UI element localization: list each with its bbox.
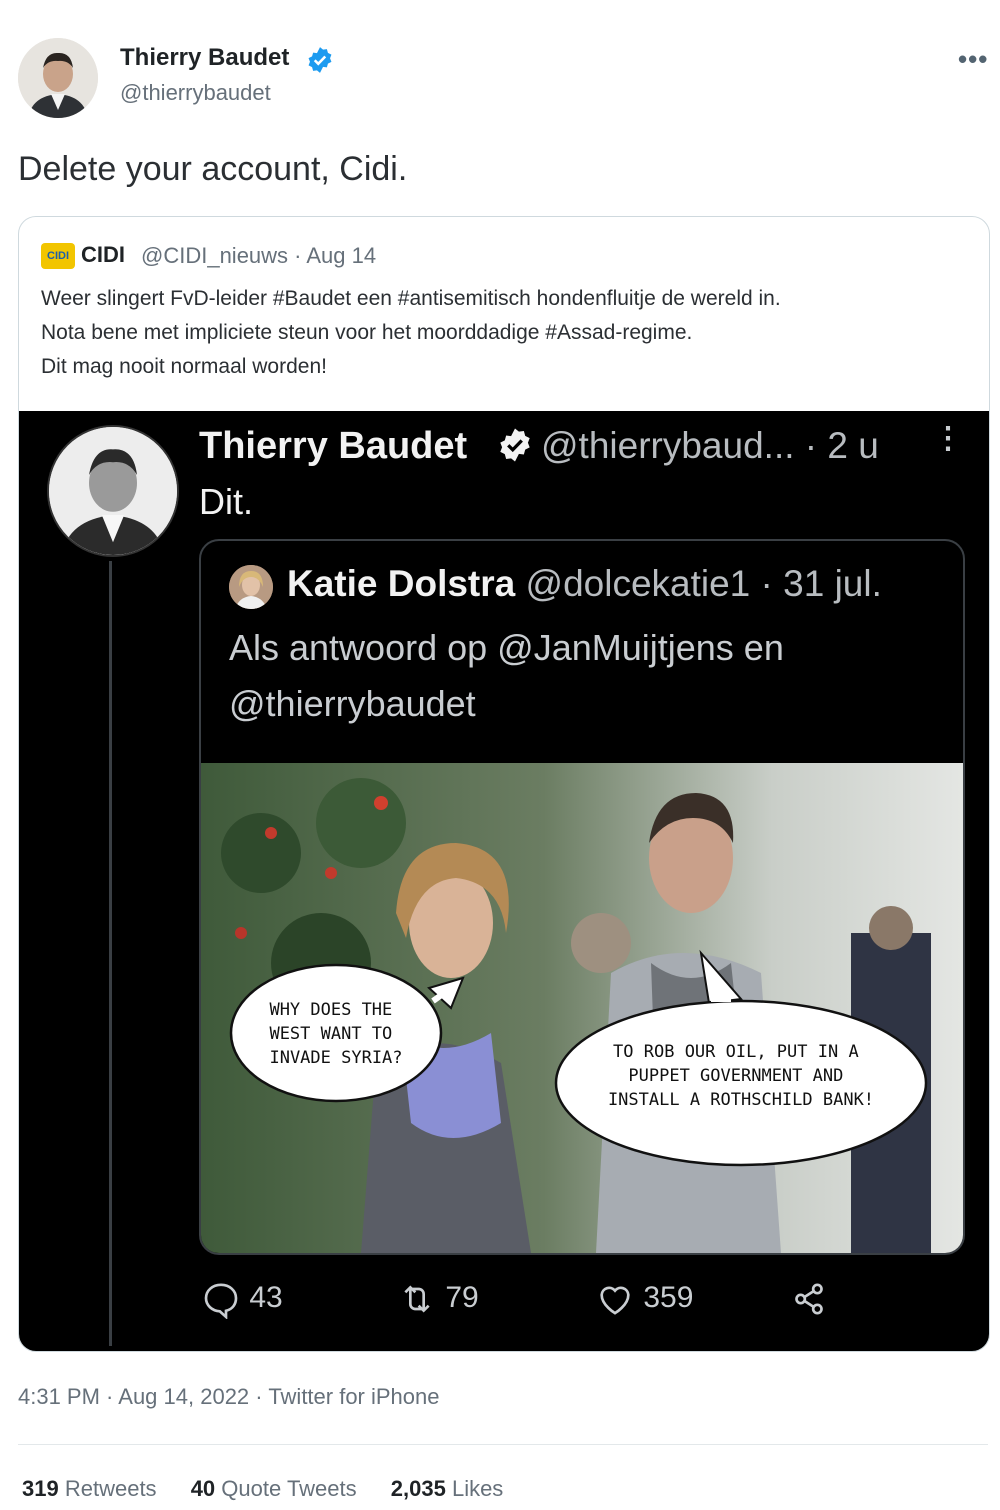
bubble-1-line: WHY DOES THE bbox=[269, 1000, 392, 1020]
quoted-tweet-card[interactable]: CIDI CIDI @CIDI_nieuws · Aug 14 Weer sli… bbox=[18, 216, 990, 1352]
author-handle[interactable]: @thierrybaudet bbox=[120, 80, 271, 106]
verified-badge-icon bbox=[497, 427, 533, 463]
quoted-text-line: Dit mag nooit normaal worden! bbox=[41, 355, 327, 378]
retweet-icon bbox=[404, 1285, 430, 1313]
engagement-stats: 319 Retweets 40 Quote Tweets 2,035 Likes bbox=[22, 1476, 531, 1502]
share-icon bbox=[795, 1283, 823, 1315]
quoted-author-name: CIDI bbox=[81, 242, 125, 267]
bubble-1-line: INVADE SYRIA? bbox=[269, 1048, 402, 1068]
quoted-text-line: Weer slingert FvD-leider #Baudet een #an… bbox=[41, 287, 781, 310]
retweet-count: 79 bbox=[445, 1280, 479, 1314]
heart-icon bbox=[600, 1286, 630, 1315]
divider bbox=[18, 1444, 988, 1445]
quote-tweets-stat[interactable]: 40 Quote Tweets bbox=[191, 1476, 357, 1501]
bubble-2-line: PUPPET GOVERNMENT AND bbox=[628, 1066, 843, 1086]
bubble-2-line: TO ROB OUR OIL, PUT IN A bbox=[613, 1042, 859, 1062]
inner-quoted-card: Katie Dolstra @dolcekatie1 · 31 jul. Als… bbox=[199, 539, 965, 1255]
like-action: 359 bbox=[595, 1279, 693, 1319]
reply-context-line: Als antwoord op @JanMuijtjens en bbox=[229, 627, 784, 668]
retweets-stat[interactable]: 319 Retweets bbox=[22, 1476, 157, 1501]
likes-label: Likes bbox=[451, 1476, 504, 1501]
retweet-action: 79 bbox=[397, 1279, 479, 1319]
bubble-2-line: INSTALL A ROTHSCHILD BANK! bbox=[608, 1090, 874, 1110]
bubble-1-text: WHY DOES THE WEST WANT TO INVADE SYRIA? bbox=[269, 1000, 402, 1068]
meme-photo: WHY DOES THE WEST WANT TO INVADE SYRIA? … bbox=[201, 763, 963, 1253]
more-options-icon[interactable]: ••• bbox=[958, 44, 988, 75]
embedded-author-name: Thierry Baudet bbox=[199, 425, 468, 467]
embedded-handle-time: @thierrybaud... · 2 u bbox=[541, 425, 879, 466]
inner-author-line: Katie Dolstra @dolcekatie1 · 31 jul. bbox=[287, 563, 882, 605]
quoted-handle-date: @CIDI_nieuws · Aug 14 bbox=[141, 243, 377, 268]
bubble-1-line: WEST WANT TO bbox=[269, 1024, 392, 1044]
quotes-label: Quote Tweets bbox=[221, 1476, 357, 1501]
tweet-text: Delete your account, Cidi. bbox=[18, 150, 408, 188]
reply-action: 43 bbox=[201, 1279, 283, 1320]
retweets-count: 319 bbox=[22, 1476, 59, 1501]
author-name[interactable]: Thierry Baudet bbox=[120, 44, 289, 72]
cidi-logo: CIDI bbox=[41, 243, 75, 269]
bubble-2-text: TO ROB OUR OIL, PUT IN A PUPPET GOVERNME… bbox=[608, 1042, 874, 1110]
likes-stat[interactable]: 2,035 Likes bbox=[391, 1476, 504, 1501]
reply-icon bbox=[204, 1283, 238, 1320]
vertical-more-icon: ⋮ bbox=[933, 422, 963, 455]
embedded-author-avatar bbox=[47, 425, 179, 557]
reply-count: 43 bbox=[249, 1280, 283, 1314]
likes-count: 2,035 bbox=[390, 1476, 446, 1501]
reply-context-line: @thierrybaudet bbox=[229, 683, 476, 724]
inner-author-name: Katie Dolstra bbox=[287, 563, 516, 604]
author-avatar[interactable] bbox=[18, 38, 98, 118]
retweets-label: Retweets bbox=[64, 1476, 157, 1501]
inner-author-avatar bbox=[229, 565, 273, 609]
tweet-timestamp[interactable]: 4:31 PM · Aug 14, 2022 · Twitter for iPh… bbox=[18, 1384, 440, 1410]
quotes-count: 40 bbox=[190, 1476, 216, 1501]
quoted-text-line: Nota bene met impliciete steun voor het … bbox=[41, 321, 693, 344]
share-action bbox=[789, 1279, 829, 1319]
like-count: 359 bbox=[643, 1280, 694, 1314]
verified-badge-icon bbox=[306, 46, 334, 74]
inner-handle-date: @dolcekatie1 · 31 jul. bbox=[525, 563, 882, 604]
thread-line bbox=[109, 561, 112, 1346]
embedded-tweet-text: Dit. bbox=[199, 481, 253, 522]
embedded-screenshot[interactable]: Thierry Baudet @thierrybaud... · 2 u ⋮ D… bbox=[19, 411, 989, 1351]
